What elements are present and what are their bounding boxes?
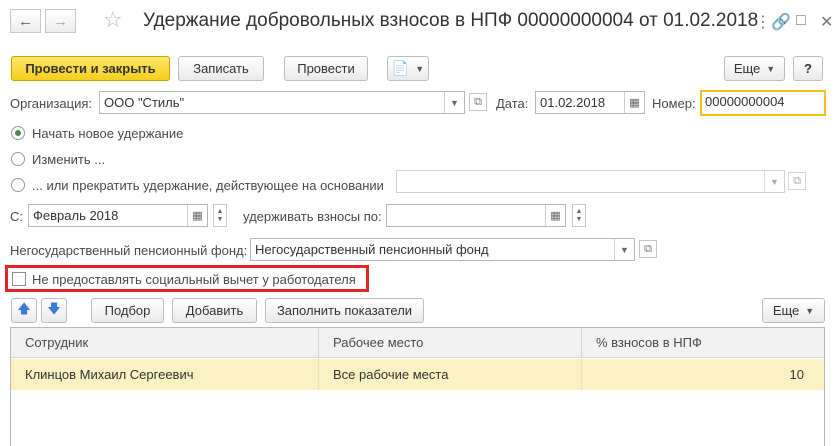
dropdown-arrow-icon[interactable]: ▼ [444,92,464,113]
star-icon[interactable]: ☆ [103,7,123,33]
from-stepper[interactable]: ▲ ▼ [213,204,227,227]
column-header-workplace[interactable]: Рабочее место [318,328,581,358]
from-field[interactable]: Февраль 2018 ▦ [28,204,208,227]
number-label: Номер: [652,96,696,111]
post-and-close-button[interactable]: Провести и закрыть [11,56,170,81]
calendar-icon[interactable]: ▦ [624,92,644,113]
dropdown-arrow-icon[interactable]: ▼ [764,171,784,192]
fund-label: Негосударственный пенсионный фонд: [10,243,248,258]
radio-new-deduction[interactable] [11,126,25,140]
move-up-button[interactable]: 🡅 [11,298,37,323]
fund-field[interactable]: Негосударственный пенсионный фонд ▼ [250,238,635,261]
radio-stop-deduction[interactable] [11,178,25,192]
table-more-button[interactable]: Еще ▼ [762,298,825,323]
maximize-icon[interactable]: □ [796,12,806,30]
chevron-up-icon: ▲ [216,207,224,215]
dropdown-arrow-icon[interactable]: ▼ [614,239,634,260]
until-stepper[interactable]: ▲ ▼ [572,204,586,227]
move-down-button[interactable]: 🡇 [41,298,67,323]
link-icon[interactable]: 🔗 [771,12,791,32]
open-org-icon[interactable]: ⧉ [469,93,487,111]
kebab-menu-icon[interactable]: ⋮ [755,12,771,32]
radio-change-label: Изменить ... [32,152,106,167]
org-label: Организация: [10,96,93,111]
save-button[interactable]: Записать [178,56,264,81]
close-icon[interactable]: ✕ [820,12,833,32]
back-button[interactable]: ← [10,9,41,33]
open-fund-icon[interactable]: ⧉ [639,240,657,258]
radio-new-label: Начать новое удержание [32,126,184,141]
cell-employee: Клинцов Михаил Сергеевич [25,367,194,382]
chevron-down-icon: ▼ [415,63,425,74]
report-icon: 📄 [391,60,410,76]
chevron-up-icon: ▲ [575,207,583,215]
chevron-down-icon: ▼ [805,305,815,316]
open-basis-icon[interactable]: ⧉ [788,172,806,190]
table-row[interactable]: Клинцов Михаил Сергеевич Все рабочие мес… [11,359,824,390]
radio-change-deduction[interactable] [11,152,25,166]
column-header-employee[interactable]: Сотрудник [11,328,318,358]
employees-table[interactable]: Сотрудник Рабочее место % взносов в НПФ … [10,327,825,446]
chevron-down-icon: ▼ [216,215,224,223]
stop-basis-field[interactable]: ▼ [396,170,785,193]
date-field[interactable]: 01.02.2018 ▦ [535,91,645,114]
chevron-down-icon: ▼ [575,215,583,223]
radio-stop-label: ... или прекратить удержание, действующе… [32,178,384,193]
forward-button[interactable]: → [45,9,76,33]
table-header: Сотрудник Рабочее место % взносов в НПФ [11,328,824,358]
social-deduction-checkbox[interactable] [12,272,26,286]
date-label: Дата: [496,96,529,111]
org-field[interactable]: ООО "Стиль" ▼ [99,91,465,114]
help-button[interactable]: ? [793,56,823,81]
more-button[interactable]: Еще ▼ [724,56,785,81]
column-header-percent[interactable]: % взносов в НПФ [581,328,824,358]
until-label: удерживать взносы по: [243,209,382,224]
select-button[interactable]: Подбор [91,298,164,323]
fill-indicators-button[interactable]: Заполнить показатели [265,298,424,323]
cell-percent: 10 [581,359,824,390]
number-field[interactable]: 00000000004 [700,90,826,116]
from-label: С: [10,209,23,224]
until-field[interactable]: ▦ [386,204,566,227]
cell-workplace: Все рабочие места [318,359,581,390]
arrow-left-icon: ← [18,12,33,30]
page-title: Удержание добровольных взносов в НПФ 000… [143,10,759,31]
add-button[interactable]: Добавить [172,298,257,323]
arrow-right-icon: → [53,12,68,30]
post-button[interactable]: Провести [284,56,368,81]
arrow-up-icon: 🡅 [17,300,31,316]
calendar-icon[interactable]: ▦ [545,205,565,226]
social-deduction-label: Не предоставлять социальный вычет у рабо… [32,272,356,287]
chevron-down-icon: ▼ [766,63,776,74]
calendar-icon[interactable]: ▦ [187,205,207,226]
arrow-down-icon: 🡇 [47,300,61,316]
report-menu-button[interactable]: 📄 ▼ [387,56,429,81]
